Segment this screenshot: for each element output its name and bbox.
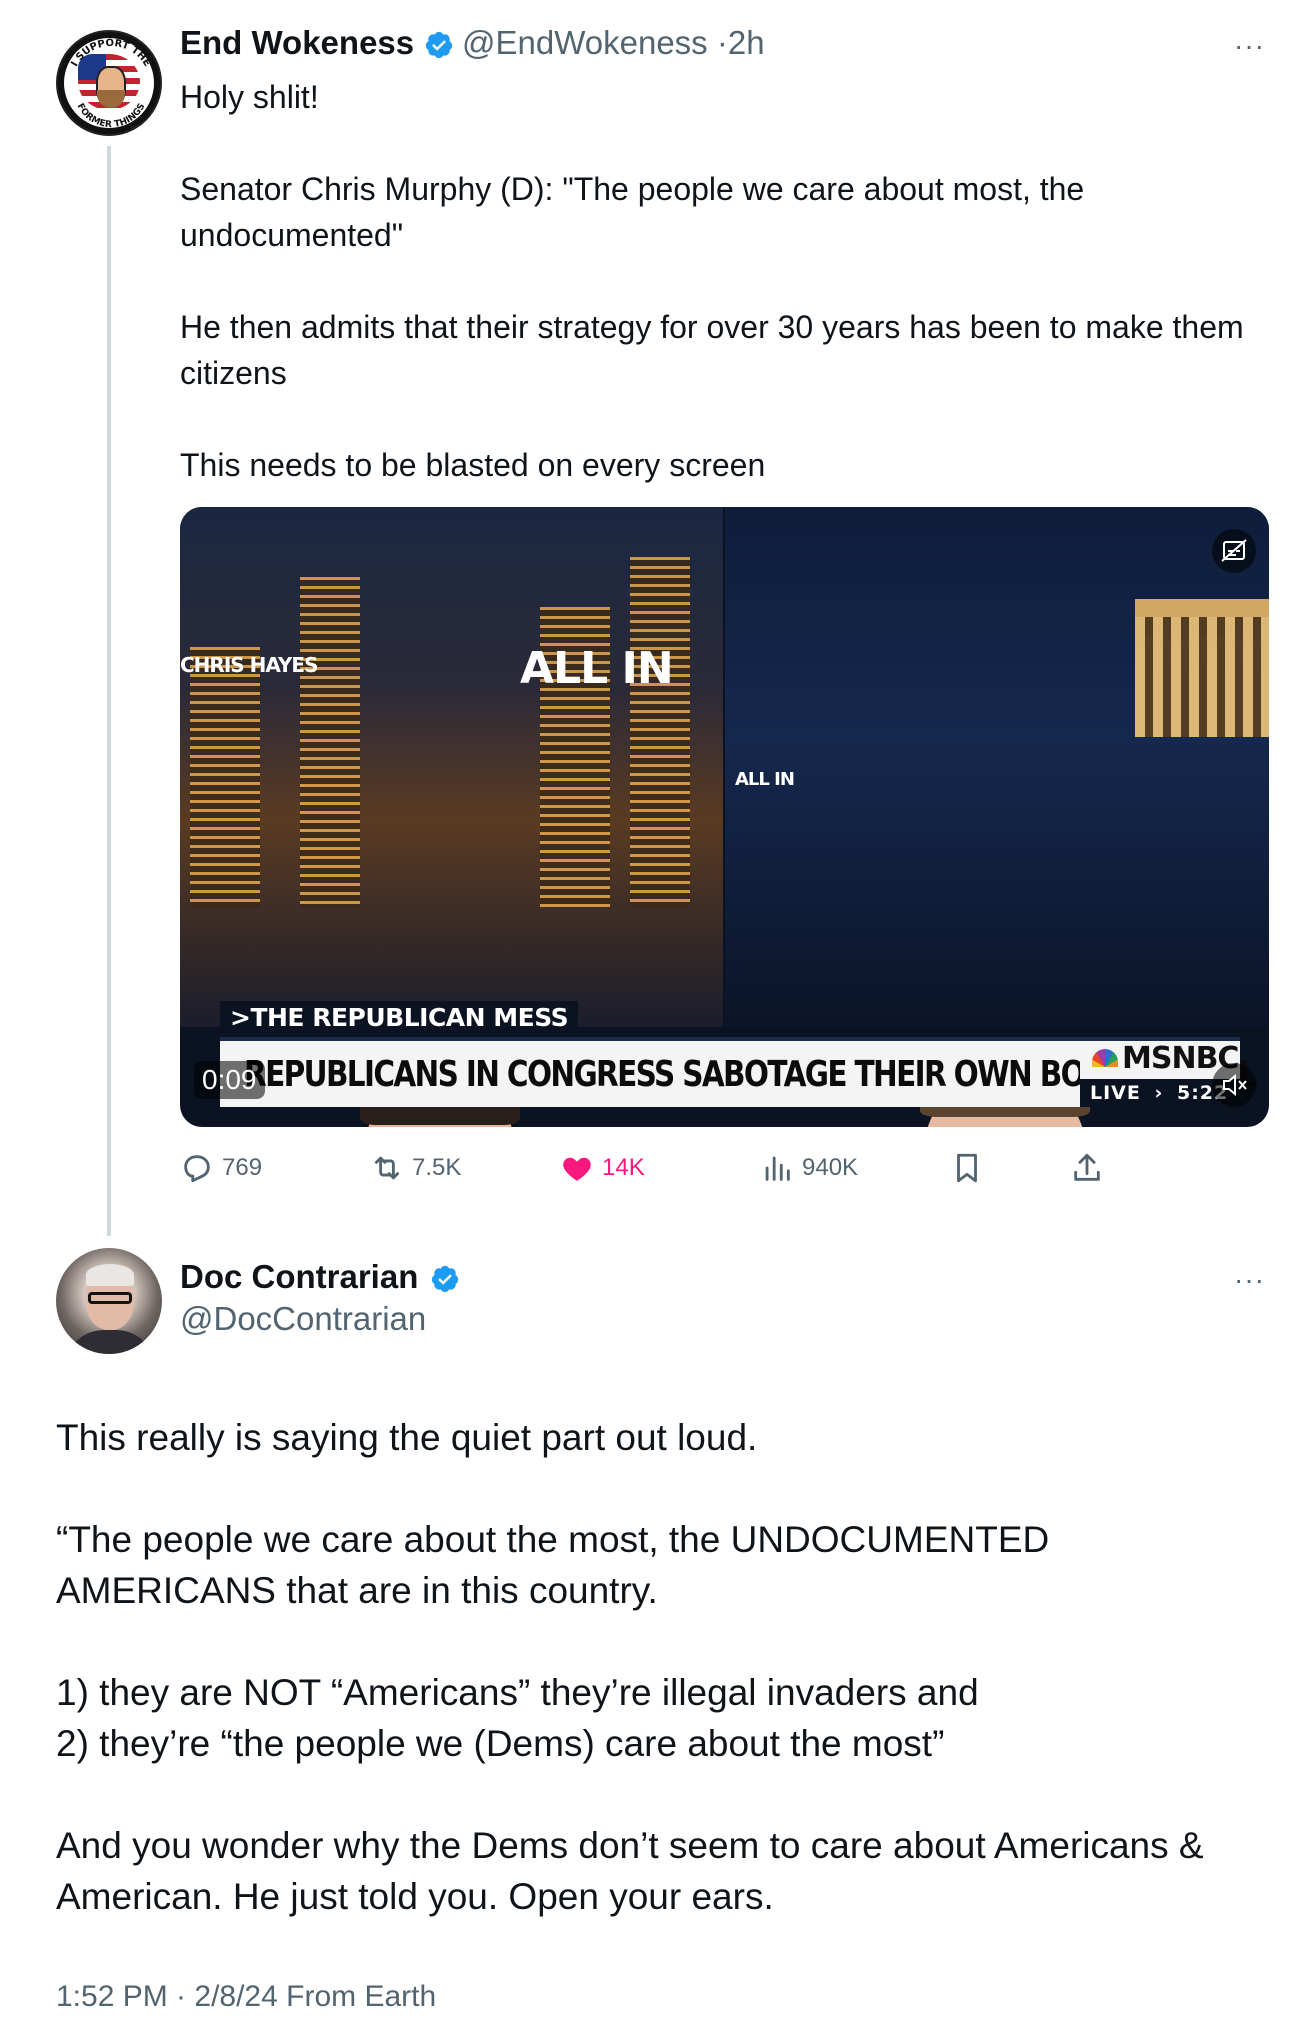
show-logo-small: ALL IN	[735, 769, 795, 790]
avatar-coat	[64, 1330, 156, 1354]
avatar-badge-text: I SUPPORT THE FORMER THINGS	[69, 38, 152, 130]
tweet-paragraph: 1) they are NOT “Americans” they’re ille…	[56, 1672, 979, 1764]
headline-bar: REPUBLICANS IN CONGRESS SABOTAGE THEIR O…	[220, 1037, 1258, 1107]
city-building	[630, 557, 690, 907]
quoted-tweet-text: Holy shlit! Senator Chris Murphy (D): "T…	[180, 74, 1280, 488]
avatar-hair	[86, 1264, 134, 1286]
author-display-name[interactable]: Doc Contrarian	[180, 1258, 418, 1296]
share-icon	[1074, 1153, 1100, 1181]
reply-icon	[184, 1155, 210, 1183]
separator-dot: ·	[716, 24, 728, 61]
doc-contrarian-avatar[interactable]	[56, 1248, 162, 1354]
quoted-handle[interactable]: @EndWokeness	[462, 24, 708, 61]
peacock-icon	[1092, 1049, 1118, 1067]
like-button[interactable]: 14K	[560, 1146, 645, 1190]
reply-button[interactable]: 769	[180, 1146, 262, 1190]
heart-icon	[563, 1157, 591, 1181]
video-left-panel: CHRIS HAYES ALL IN	[180, 507, 723, 1127]
mute-icon[interactable]	[1212, 1063, 1256, 1107]
tweet-paragraph: He then admits that their strategy for o…	[180, 309, 1244, 391]
quoted-handle-time[interactable]: @EndWokeness ·2h	[462, 24, 765, 62]
show-logo-all-in: ALL IN	[520, 643, 674, 694]
lincoln-memorial	[1135, 599, 1269, 737]
end-wokeness-avatar[interactable]: I SUPPORT THE FORMER THINGS	[56, 30, 162, 136]
analytics-icon	[765, 1156, 790, 1181]
more-options-icon[interactable]: ···	[1234, 30, 1265, 62]
tweet-paragraph: This needs to be blasted on every screen	[180, 447, 766, 483]
city-building	[300, 577, 360, 907]
svg-text:I SUPPORT THE: I SUPPORT THE	[69, 38, 152, 69]
share-button[interactable]	[1070, 1146, 1112, 1190]
segment-tag: >THE REPUBLICAN MESS	[220, 1001, 579, 1035]
tweet-paragraph: Holy shlit!	[180, 79, 319, 115]
repost-button[interactable]: 7.5K	[370, 1146, 461, 1190]
chevron-right-icon: ›	[1154, 1082, 1164, 1104]
verified-badge-icon	[425, 31, 453, 59]
bookmark-button[interactable]	[950, 1146, 992, 1190]
video-right-panel: ALL IN	[725, 507, 1269, 1127]
quoted-time[interactable]: 2h	[728, 24, 765, 61]
svg-text:FORMER THINGS: FORMER THINGS	[75, 102, 148, 130]
quoted-action-bar: 769 7.5K 14K 940K	[180, 1146, 1180, 1190]
city-building	[190, 647, 260, 907]
video-timestamp: 0:09	[194, 1061, 265, 1099]
quoted-display-name[interactable]: End Wokeness	[180, 24, 414, 62]
more-options-icon[interactable]: ···	[1234, 1264, 1265, 1296]
verified-badge-icon	[431, 1265, 459, 1293]
bookmark-icon	[957, 1153, 977, 1183]
news-lower-third: >THE REPUBLICAN MESS REPUBLICANS IN CONG…	[180, 997, 1269, 1127]
tweet-paragraph: Senator Chris Murphy (D): "The people we…	[180, 171, 1085, 253]
avatar-glasses	[88, 1292, 132, 1304]
tweet-text: This really is saying the quiet part out…	[56, 1412, 1276, 1922]
thread-connector-line	[107, 146, 111, 1236]
tweet-timestamp[interactable]: 1:52 PM · 2/8/24 From Earth	[56, 1980, 436, 2014]
author-handle[interactable]: @DocContrarian	[180, 1300, 426, 1338]
like-count: 14K	[602, 1154, 645, 1181]
tweet-paragraph: This really is saying the quiet part out…	[56, 1417, 758, 1458]
quoted-tweet[interactable]: I SUPPORT THE FORMER THINGS End Wokeness…	[0, 0, 1305, 1240]
tweet-paragraph: “The people we care about the most, the …	[56, 1519, 1050, 1611]
reply-count: 769	[222, 1154, 263, 1181]
captions-icon[interactable]	[1212, 529, 1256, 573]
repost-count: 7.5K	[412, 1154, 462, 1181]
view-count: 940K	[802, 1154, 859, 1181]
repost-icon	[374, 1156, 400, 1180]
show-logo-left: CHRIS HAYES	[180, 653, 318, 677]
tweet-paragraph: And you wonder why the Dems don’t seem t…	[56, 1825, 1204, 1917]
views-button[interactable]: 940K	[760, 1146, 858, 1190]
video-player[interactable]: CHRIS HAYES ALL IN ALL IN >THE REPUBLICA…	[180, 507, 1269, 1127]
